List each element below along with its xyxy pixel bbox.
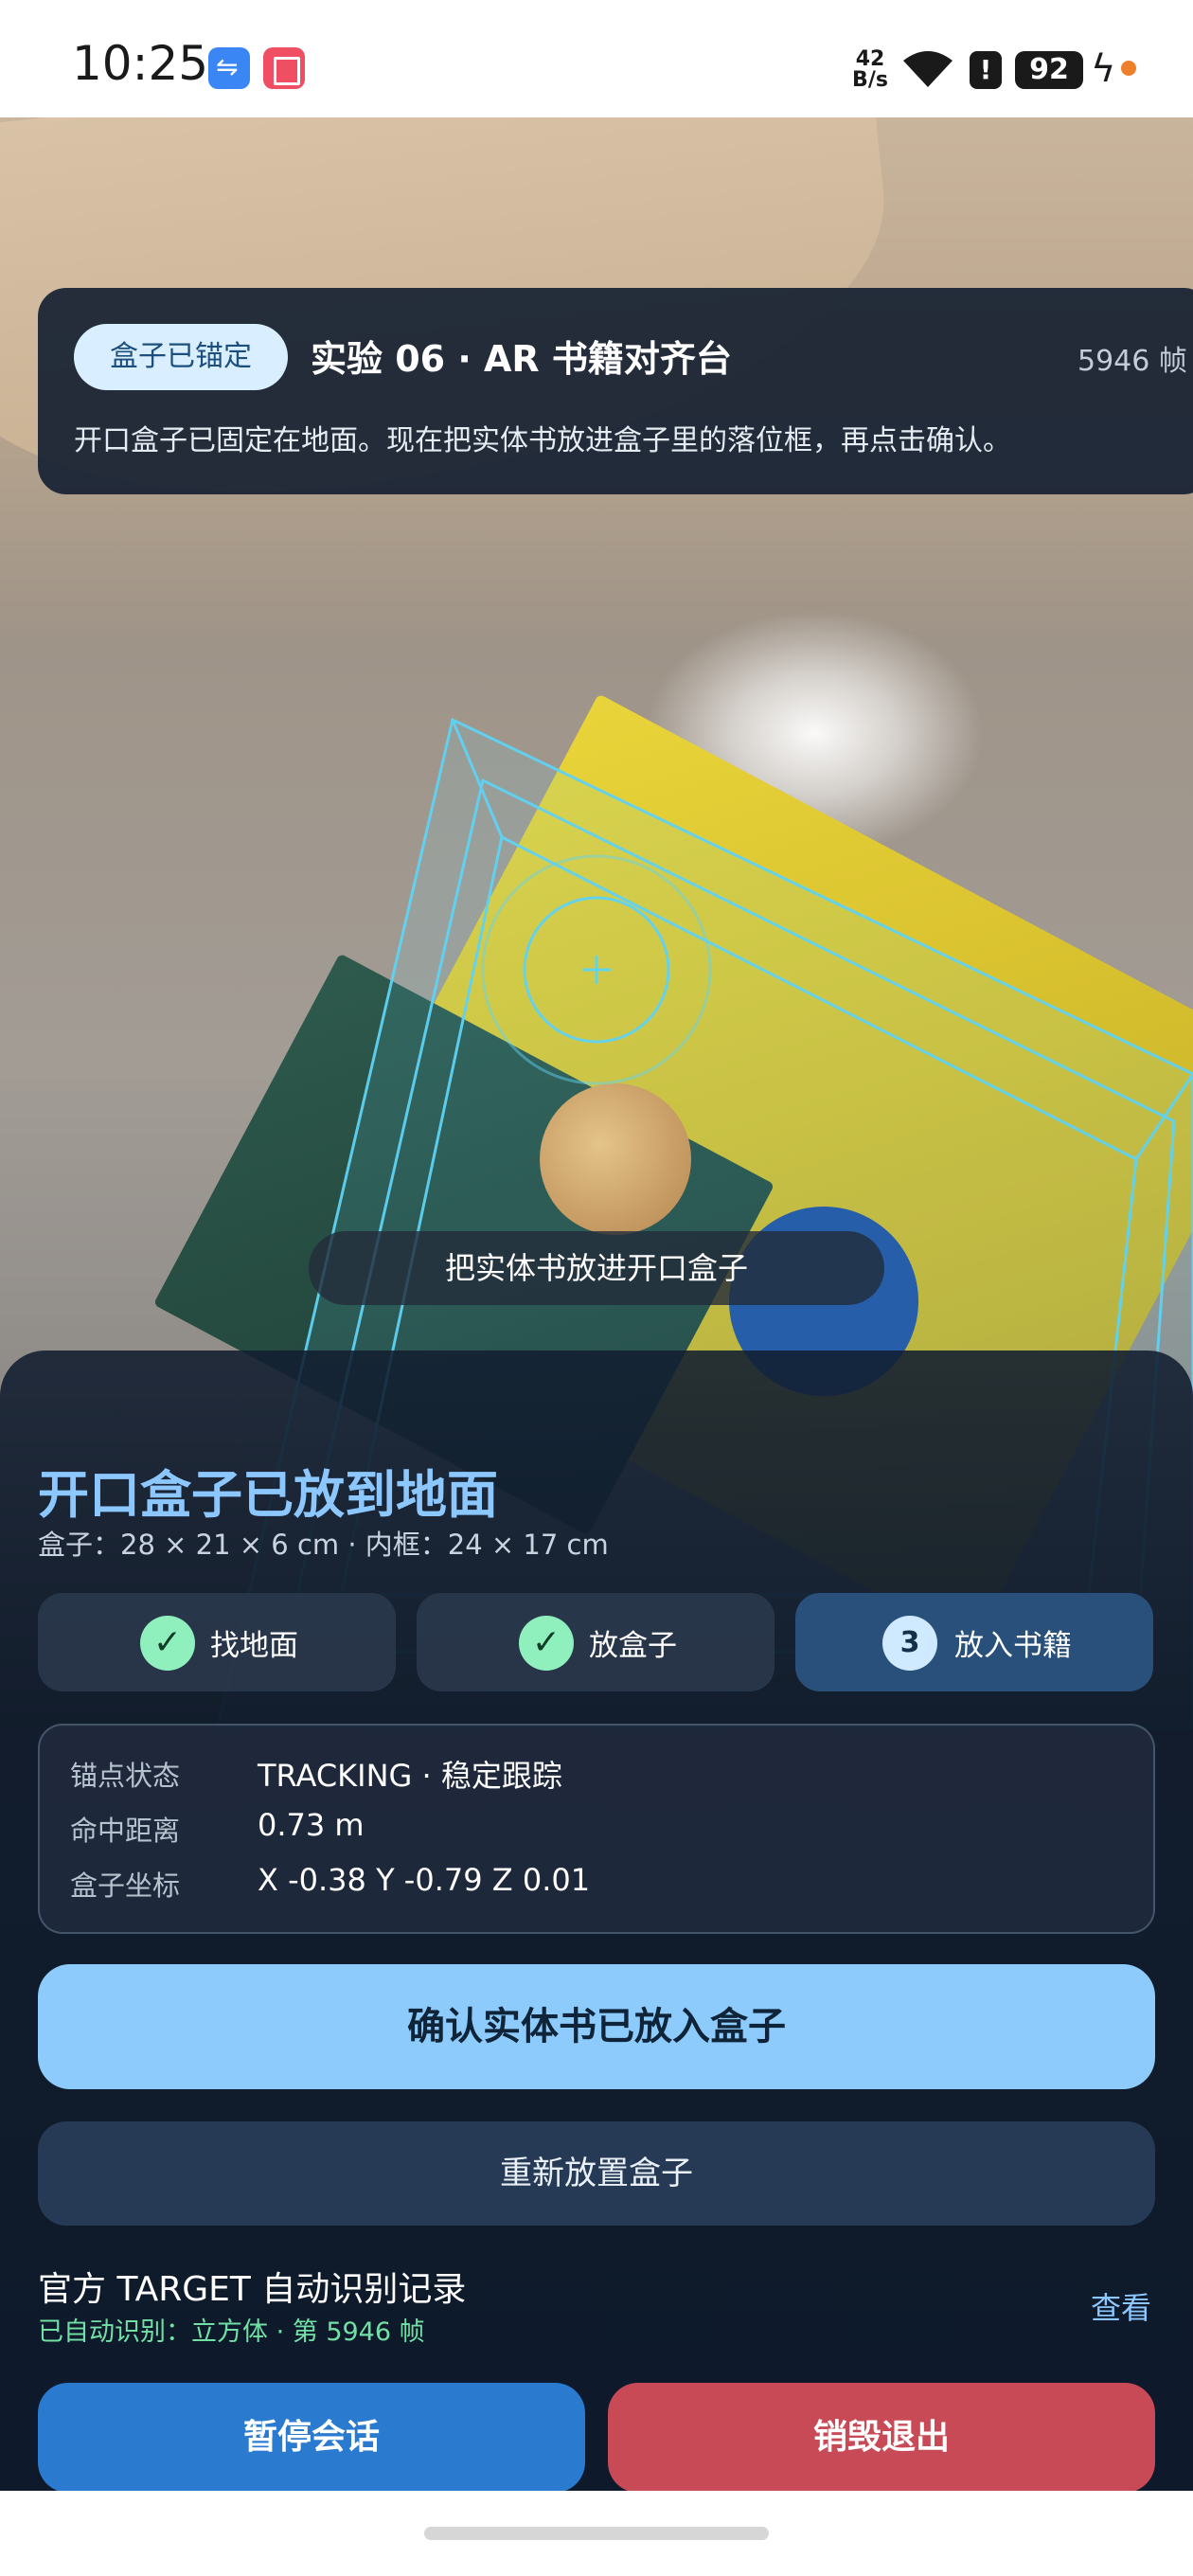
check-icon: ✓: [140, 1616, 195, 1671]
notification-dot: [1121, 61, 1136, 76]
alert-icon: !: [970, 51, 1002, 89]
step-place-box: ✓ 放盒子: [417, 1593, 775, 1691]
status-bar: 10:25 42 B/s ! 92 ϟ: [0, 0, 1193, 117]
placement-hint: 把实体书放进开口盒子: [309, 1231, 884, 1305]
bottom-sheet: 开口盒子已放到地面 盒子：28 × 21 × 6 cm · 内框：24 × 17…: [0, 1351, 1193, 2491]
tracking-info-panel: 锚点状态 TRACKING · 稳定跟踪 命中距离 0.73 m 盒子坐标 X …: [38, 1724, 1155, 1934]
sheet-title: 开口盒子已放到地面: [38, 1465, 498, 1525]
battery-icon: 92: [1015, 51, 1083, 89]
step-label: 找地面: [210, 1629, 298, 1663]
frame-counter: 5946 帧: [1077, 345, 1187, 378]
instruction-text: 开口盒子已固定在地面。现在把实体书放进盒子里的落位框，再点击确认。: [74, 424, 1011, 457]
confirm-book-placed-button[interactable]: 确认实体书已放入盒子: [38, 1964, 1155, 2089]
target-record-title: 官方 TARGET 自动识别记录: [38, 2270, 467, 2309]
home-gesture-handle[interactable]: [424, 2527, 769, 2540]
network-speed: 42 B/s: [852, 47, 888, 92]
anchor-status-badge: 盒子已锚定: [74, 324, 288, 390]
step-label: 放入书籍: [954, 1629, 1072, 1663]
ar-camera-view[interactable]: 盒子已锚定 实验 06 · AR 书籍对齐台 5946 帧 开口盒子已固定在地面…: [0, 117, 1193, 2491]
step-find-ground: ✓ 找地面: [38, 1593, 396, 1691]
experiment-title: 实验 06 · AR 书籍对齐台: [311, 338, 732, 380]
wifi-icon: [903, 51, 953, 87]
experiment-status-card: 盒子已锚定 实验 06 · AR 书籍对齐台 5946 帧 开口盒子已固定在地面…: [38, 288, 1193, 494]
usb-debug-icon: [208, 47, 250, 89]
pause-session-button[interactable]: 暂停会话: [38, 2383, 585, 2491]
charging-bolt-icon: ϟ: [1091, 47, 1116, 91]
view-record-link[interactable]: 查看: [1091, 2284, 1151, 2328]
book-app-icon: [263, 47, 305, 89]
check-icon: ✓: [519, 1616, 574, 1671]
target-record-status: 已自动识别：立方体 · 第 5946 帧: [38, 2317, 425, 2347]
box-coordinates-label: 盒子坐标: [70, 1869, 181, 1902]
destroy-exit-button[interactable]: 销毁退出: [608, 2383, 1155, 2491]
hit-distance-value: 0.73 m: [258, 1807, 365, 1843]
anchor-state-value: TRACKING · 稳定跟踪: [258, 1758, 562, 1794]
box-coordinates-value: X -0.38 Y -0.79 Z 0.01: [258, 1862, 591, 1898]
hit-distance-label: 命中距离: [70, 1815, 181, 1847]
clock: 10:25: [72, 36, 209, 91]
anchor-state-label: 锚点状态: [70, 1760, 181, 1792]
step-place-book: 3 放入书籍: [795, 1593, 1153, 1691]
reposition-box-button[interactable]: 重新放置盒子: [38, 2121, 1155, 2226]
system-nav-bar: [0, 2491, 1193, 2576]
step-label: 放盒子: [589, 1629, 677, 1663]
step-number: 3: [882, 1616, 937, 1671]
box-dimensions: 盒子：28 × 21 × 6 cm · 内框：24 × 17 cm: [38, 1529, 609, 1561]
